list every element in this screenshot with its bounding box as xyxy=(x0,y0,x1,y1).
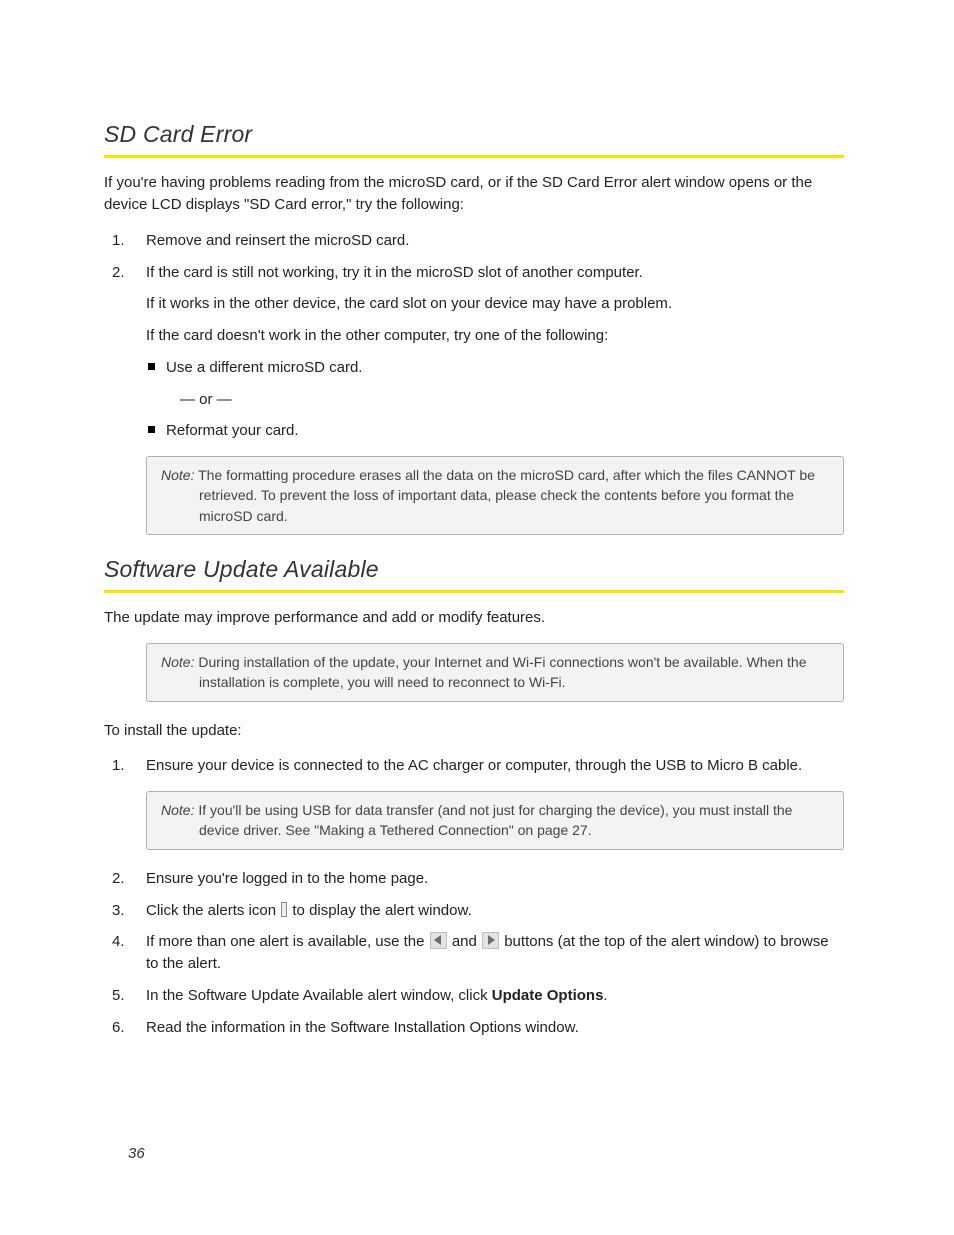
list-number: 2. xyxy=(112,868,125,890)
or-separator: — or — xyxy=(180,389,844,411)
list-item: 4. If more than one alert is available, … xyxy=(104,931,844,975)
document-page: SD Card Error If you're having problems … xyxy=(0,0,954,1235)
note-label: Note: xyxy=(161,467,194,483)
bullet-text: Use a different microSD card. xyxy=(166,359,362,376)
alerts-icon xyxy=(281,902,287,917)
list-number: 1. xyxy=(112,755,125,777)
note-box: Note: If you'll be using USB for data tr… xyxy=(146,791,844,850)
list-text: In the Software Update Available alert w… xyxy=(146,987,492,1004)
ui-label-bold: Update Options xyxy=(492,987,604,1004)
list-number: 6. xyxy=(112,1017,125,1039)
section-rule xyxy=(104,155,844,158)
section-rule xyxy=(104,590,844,593)
list-item: 2. If the card is still not working, try… xyxy=(104,262,844,443)
list-text: If more than one alert is available, use… xyxy=(146,933,429,950)
section-heading-software-update: Software Update Available xyxy=(104,553,844,586)
list-text: . xyxy=(603,987,607,1004)
ordered-list-continued: 2. Ensure you're logged in to the home p… xyxy=(104,868,844,1039)
sub-paragraph: If it works in the other device, the car… xyxy=(146,293,844,315)
list-text: Click the alerts icon xyxy=(146,902,280,919)
bullet-item: Use a different microSD card. — or — xyxy=(146,357,844,411)
list-text: Ensure your device is connected to the A… xyxy=(146,757,802,774)
note-text: If you'll be using USB for data transfer… xyxy=(198,802,792,838)
list-number: 1. xyxy=(112,230,125,252)
page-number: 36 xyxy=(128,1143,145,1165)
list-number: 2. xyxy=(112,262,125,284)
paragraph-intro: The update may improve performance and a… xyxy=(104,607,844,629)
list-text: Remove and reinsert the microSD card. xyxy=(146,232,409,249)
list-text: and xyxy=(448,933,481,950)
paragraph-intro: If you're having problems reading from t… xyxy=(104,172,844,216)
section-heading-sd-card-error: SD Card Error xyxy=(104,118,844,151)
note-label: Note: xyxy=(161,802,194,818)
note-text: During installation of the update, your … xyxy=(198,654,806,690)
ordered-list: 1. Remove and reinsert the microSD card.… xyxy=(104,230,844,442)
bullet-list: Use a different microSD card. — or — Ref… xyxy=(146,357,844,442)
bullet-item: Reformat your card. xyxy=(146,420,844,442)
list-number: 4. xyxy=(112,931,125,953)
note-box: Note: The formatting procedure erases al… xyxy=(146,456,844,535)
paragraph-lead: To install the update: xyxy=(104,720,844,742)
note-box: Note: During installation of the update,… xyxy=(146,643,844,702)
list-item: 1. Remove and reinsert the microSD card. xyxy=(104,230,844,252)
note-text: The formatting procedure erases all the … xyxy=(198,467,815,524)
list-text: Ensure you're logged in to the home page… xyxy=(146,870,428,887)
list-number: 5. xyxy=(112,985,125,1007)
list-text: to display the alert window. xyxy=(288,902,471,919)
list-text: Read the information in the Software Ins… xyxy=(146,1019,579,1036)
list-item: 2. Ensure you're logged in to the home p… xyxy=(104,868,844,890)
list-item: 1. Ensure your device is connected to th… xyxy=(104,755,844,777)
list-number: 3. xyxy=(112,900,125,922)
list-item: 6. Read the information in the Software … xyxy=(104,1017,844,1039)
list-item: 5. In the Software Update Available aler… xyxy=(104,985,844,1007)
note-label: Note: xyxy=(161,654,194,670)
ordered-list: 1. Ensure your device is connected to th… xyxy=(104,755,844,777)
sub-paragraph: If the card doesn't work in the other co… xyxy=(146,325,844,347)
list-text: If the card is still not working, try it… xyxy=(146,264,643,281)
arrow-right-icon xyxy=(482,932,499,949)
bullet-text: Reformat your card. xyxy=(166,422,299,439)
list-item: 3. Click the alerts icon to display the … xyxy=(104,900,844,922)
arrow-left-icon xyxy=(430,932,447,949)
